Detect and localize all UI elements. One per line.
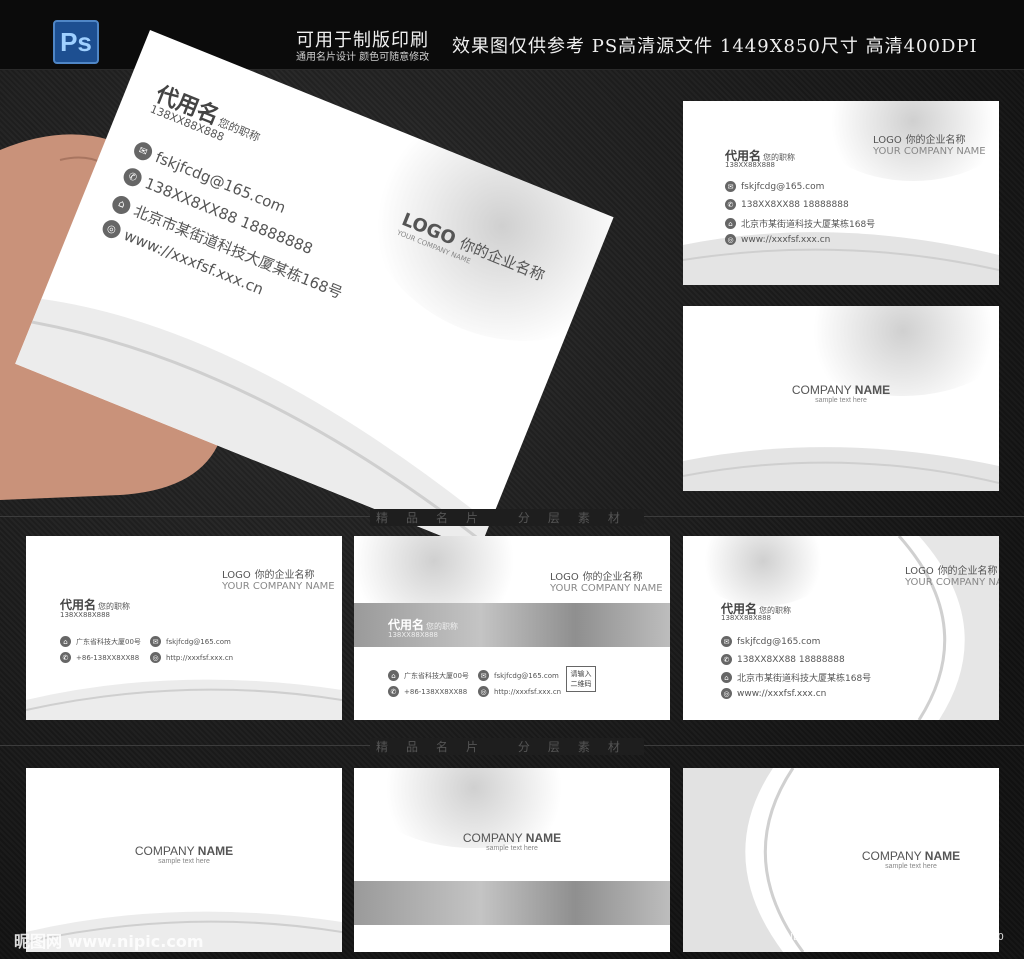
company-cn: 你的企业名称 bbox=[937, 566, 998, 577]
header-subtitle: 通用名片设计 颜色可随意修改 bbox=[296, 52, 430, 63]
web-icon: ◎ bbox=[99, 217, 124, 241]
home-icon: ⌂ bbox=[721, 672, 732, 683]
phone-icon: ✆ bbox=[721, 654, 732, 665]
web-icon: ◎ bbox=[150, 652, 161, 663]
card-address: 北京市某街道科技大厦某栋168号 bbox=[737, 674, 872, 684]
card-title: 您的职称 bbox=[98, 602, 131, 611]
card-website: www://xxxfsf.xxx.cn bbox=[741, 234, 831, 245]
company-name-a: COMPANY bbox=[462, 831, 523, 845]
sample-text: sample text here bbox=[885, 863, 937, 870]
phone-icon: ✆ bbox=[120, 165, 145, 189]
logo-mark: LOGO bbox=[905, 566, 934, 577]
company-name-b: NAME bbox=[525, 831, 562, 845]
logo-mark: LOGO bbox=[550, 572, 579, 583]
site-watermark: 昵图网 www.nipic.com bbox=[14, 932, 204, 951]
card-address: 广东省科技大厦00号 bbox=[404, 671, 469, 680]
logo-mark: LOGO bbox=[873, 135, 902, 146]
company-cn: 你的企业名称 bbox=[582, 572, 643, 583]
card-email: fskjfcdg@165.com bbox=[737, 636, 821, 647]
card-front-3: LOGO 你的企业名称 YOUR COMPANY NAME 代用名 您的职称 138… bbox=[354, 536, 670, 720]
image-id: ID:24707826 NO:20170212094730625000 bbox=[790, 932, 1004, 943]
card-back-2: COMPANY NAME sample text here bbox=[26, 768, 342, 952]
card-address: 北京市某街道科技大厦某栋168号 bbox=[741, 220, 876, 230]
company-name-a: COMPANY bbox=[861, 849, 922, 863]
gray-band bbox=[354, 881, 670, 925]
card-website: www://xxxfsf.xxx.cn bbox=[737, 688, 827, 699]
card-email: fskjfcdg@165.com bbox=[494, 671, 559, 680]
card-id: 138XX88X888 bbox=[721, 614, 772, 622]
card-name: 代用名 bbox=[388, 618, 425, 632]
mail-icon: ✉ bbox=[150, 636, 161, 647]
company-name-a: COMPANY bbox=[791, 383, 852, 397]
company-en: YOUR COMPANY NAME bbox=[905, 577, 999, 588]
divider-label-1: 精品名片 分层素材 bbox=[370, 509, 644, 526]
mail-icon: ✉ bbox=[721, 636, 732, 647]
card-phone: +86-138XX8XX88 bbox=[76, 653, 140, 662]
card-title: 您的职称 bbox=[426, 622, 459, 631]
phone-icon: ✆ bbox=[725, 199, 736, 210]
card-phone: 138XX8XX88 18888888 bbox=[737, 654, 845, 665]
card-id: 138XX88X888 bbox=[388, 631, 439, 639]
card-phone: 138XX8XX88 18888888 bbox=[741, 199, 849, 210]
company-en: YOUR COMPANY NAME bbox=[873, 146, 986, 157]
card-front-1: LOGO 你的企业名称 YOUR COMPANY NAME 代用名 您的职称 138… bbox=[683, 101, 999, 285]
photoshop-icon: Ps bbox=[53, 20, 99, 64]
home-icon: ⌂ bbox=[109, 192, 134, 217]
company-en: YOUR COMPANY NAME bbox=[222, 581, 335, 592]
card-id: 138XX88X888 bbox=[725, 161, 776, 169]
home-icon: ⌂ bbox=[388, 670, 399, 681]
company-en: YOUR COMPANY NAME bbox=[550, 583, 663, 594]
card-back-4: COMPANY NAME sample text here bbox=[683, 768, 999, 952]
card-name: 代用名 bbox=[60, 598, 97, 612]
company-name-b: NAME bbox=[924, 849, 961, 863]
mail-icon: ✉ bbox=[478, 670, 489, 681]
company-name-b: NAME bbox=[197, 844, 234, 858]
card-email: fskjfcdg@165.com bbox=[166, 637, 231, 646]
logo-mark: LOGO bbox=[222, 570, 251, 581]
web-icon: ◎ bbox=[478, 686, 489, 697]
mail-icon: ✉ bbox=[725, 181, 736, 192]
mail-icon: ✉ bbox=[131, 139, 155, 163]
home-icon: ⌂ bbox=[725, 218, 736, 229]
card-front-2: LOGO 你的企业名称 YOUR COMPANY NAME 代用名 您的职称 138… bbox=[26, 536, 342, 720]
company-cn: 你的企业名称 bbox=[254, 570, 315, 581]
phone-icon: ✆ bbox=[388, 686, 399, 697]
card-back-3: COMPANY NAME sample text here bbox=[354, 768, 670, 952]
divider-label-2: 精品名片 分层素材 bbox=[370, 738, 644, 755]
card-phone: +86-138XX8XX88 bbox=[404, 687, 468, 696]
sample-text: sample text here bbox=[158, 858, 210, 865]
card-front-4: LOGO 你的企业名称YOUR COMPANY NAME 代用名您的职称 138… bbox=[683, 536, 999, 720]
sample-text: sample text here bbox=[486, 845, 538, 852]
home-icon: ⌂ bbox=[60, 636, 71, 647]
phone-icon: ✆ bbox=[60, 652, 71, 663]
company-cn: 你的企业名称 bbox=[905, 135, 966, 146]
card-email: fskjfcdg@165.com bbox=[741, 181, 825, 192]
qr-code-placeholder: 请输入二维码 bbox=[566, 666, 596, 692]
company-name-b: NAME bbox=[854, 383, 891, 397]
header-info: 效果图仅供参考 PS高清源文件 1449X850尺寸 高清400DPI bbox=[452, 36, 978, 57]
card-website: http://xxxfsf.xxx.cn bbox=[166, 653, 234, 662]
company-name-a: COMPANY bbox=[134, 844, 195, 858]
card-website: http://xxxfsf.xxx.cn bbox=[494, 687, 562, 696]
card-id: 138XX88X888 bbox=[60, 611, 111, 619]
card-back-1: COMPANY NAME sample text here bbox=[683, 306, 999, 491]
card-address: 广东省科技大厦00号 bbox=[76, 637, 141, 646]
sample-text: sample text here bbox=[815, 397, 867, 404]
web-icon: ◎ bbox=[721, 688, 732, 699]
web-icon: ◎ bbox=[725, 234, 736, 245]
